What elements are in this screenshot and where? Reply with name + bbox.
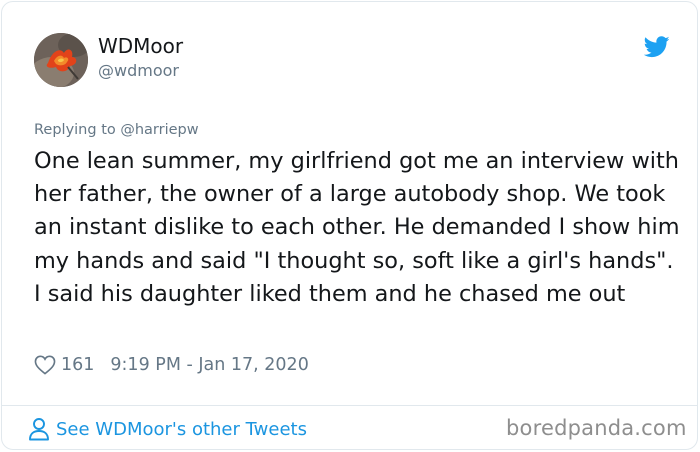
see-other-tweets-label: See WDMoor's other Tweets bbox=[56, 418, 307, 440]
tweet-timestamp[interactable]: 9:19 PM - Jan 17, 2020 bbox=[110, 355, 308, 375]
tweet-text: One lean summer, my girlfriend got me an… bbox=[34, 148, 680, 307]
reply-prefix: Replying to bbox=[34, 122, 116, 138]
twitter-bird-icon[interactable] bbox=[644, 36, 670, 58]
author-handle[interactable]: @wdmoor bbox=[98, 61, 179, 80]
like-count[interactable]: 161 bbox=[61, 355, 94, 375]
card-divider bbox=[2, 405, 697, 406]
reply-mention-link[interactable]: @harriepw bbox=[120, 122, 198, 138]
tweet-card: WDMoor @wdmoor Replying to @harriepw One… bbox=[1, 1, 698, 450]
heart-icon[interactable] bbox=[34, 355, 56, 375]
tweet-meta: 161 9:19 PM - Jan 17, 2020 bbox=[34, 352, 309, 378]
see-other-tweets-link[interactable]: See WDMoor's other Tweets bbox=[28, 416, 307, 442]
author-avatar[interactable] bbox=[34, 33, 88, 87]
avatar-image bbox=[34, 33, 88, 87]
reply-context: Replying to @harriepw bbox=[34, 122, 199, 138]
boredpanda-watermark: boredpanda.com bbox=[506, 416, 687, 440]
author-display-name[interactable]: WDMoor bbox=[98, 34, 183, 58]
person-icon bbox=[29, 418, 49, 441]
